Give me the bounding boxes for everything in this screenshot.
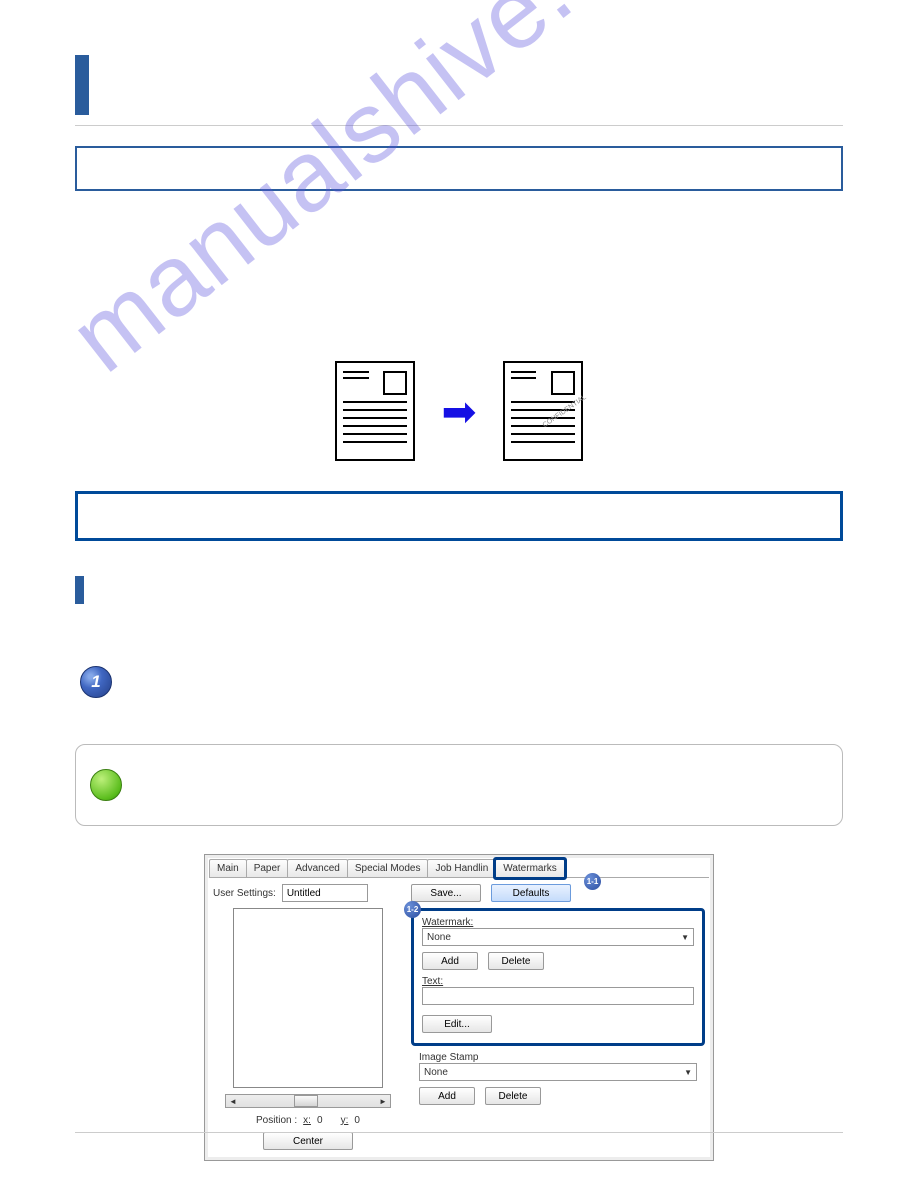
- badge-1-2: 1-2: [404, 901, 421, 918]
- diagram-row: ➡ CONFIDENTIAL: [75, 361, 843, 461]
- document-after-icon: CONFIDENTIAL: [503, 361, 583, 461]
- tip-lightbulb-icon: [90, 769, 122, 801]
- image-stamp-group: Image Stamp None ▼ Add Delete: [411, 1052, 705, 1105]
- section-box-1: [75, 146, 843, 191]
- left-pane: User Settings: ◄ ► Position : x: 0: [213, 884, 403, 1156]
- save-button[interactable]: Save...: [411, 884, 481, 902]
- tab-paper[interactable]: Paper: [246, 859, 289, 877]
- tab-special-modes[interactable]: Special Modes: [347, 859, 429, 877]
- document-before-icon: [335, 361, 415, 461]
- title-bar: [75, 50, 843, 120]
- position-label: Position :: [256, 1115, 297, 1126]
- user-settings-label: User Settings:: [213, 888, 276, 899]
- watermark-edit-button[interactable]: Edit...: [422, 1015, 492, 1033]
- top-rule: [75, 125, 843, 126]
- watermark-text-input[interactable]: [422, 987, 694, 1005]
- chevron-down-icon: ▼: [684, 1068, 692, 1077]
- driver-dialog: Main Paper Advanced Special Modes Job Ha…: [204, 854, 714, 1161]
- watermark-select[interactable]: None ▼: [422, 928, 694, 946]
- y-value: 0: [354, 1115, 360, 1126]
- image-stamp-value: None: [424, 1067, 448, 1078]
- scroll-thumb[interactable]: [294, 1095, 318, 1107]
- watermark-value: None: [427, 932, 451, 943]
- tab-watermarks[interactable]: Watermarks: [495, 859, 565, 877]
- tab-advanced[interactable]: Advanced: [287, 859, 347, 877]
- watermark-label: Watermark:: [422, 917, 694, 928]
- image-stamp-delete-button[interactable]: Delete: [485, 1087, 541, 1105]
- x-label: x:: [303, 1115, 311, 1126]
- right-pane: Save... Defaults 1-2 Watermark: None ▼ A…: [411, 884, 705, 1156]
- sub-heading-accent: [75, 576, 84, 604]
- tab-main[interactable]: Main: [209, 859, 247, 877]
- image-stamp-add-button[interactable]: Add: [419, 1087, 475, 1105]
- y-label: y:: [341, 1115, 349, 1126]
- arrow-right-icon: ➡: [441, 387, 476, 436]
- watermark-group: 1-2 Watermark: None ▼ Add Delete Text:: [411, 908, 705, 1046]
- title-accent: [75, 55, 89, 115]
- text-label: Text:: [422, 976, 694, 987]
- preview-scrollbar[interactable]: ◄ ►: [225, 1094, 391, 1108]
- chevron-down-icon: ▼: [681, 933, 689, 942]
- center-button[interactable]: Center: [263, 1132, 353, 1150]
- page-preview: [233, 908, 383, 1088]
- image-stamp-select[interactable]: None ▼: [419, 1063, 697, 1081]
- user-settings-input[interactable]: [282, 884, 368, 902]
- preview-watermark-text: CONFIDENTIAL: [541, 394, 587, 429]
- scroll-left-icon[interactable]: ◄: [226, 1097, 240, 1106]
- watermark-delete-button[interactable]: Delete: [488, 952, 544, 970]
- scroll-right-icon[interactable]: ►: [376, 1097, 390, 1106]
- badge-1-1: 1-1: [584, 873, 601, 890]
- image-stamp-label: Image Stamp: [419, 1052, 697, 1063]
- watermark-add-button[interactable]: Add: [422, 952, 478, 970]
- tab-bar: Main Paper Advanced Special Modes Job Ha…: [209, 859, 709, 878]
- tab-job-handling[interactable]: Job Handlin: [427, 859, 496, 877]
- bottom-rule: [75, 1132, 843, 1133]
- tip-box: [75, 744, 843, 826]
- x-value: 0: [317, 1115, 323, 1126]
- section-box-2: [75, 491, 843, 541]
- step-number-1: 1: [80, 666, 112, 698]
- defaults-button[interactable]: Defaults: [491, 884, 571, 902]
